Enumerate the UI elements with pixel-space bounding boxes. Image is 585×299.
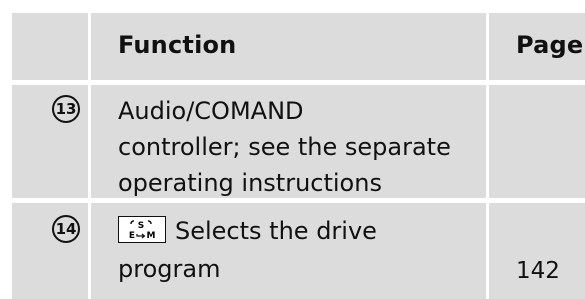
item-number-14: 14 xyxy=(52,215,80,243)
item-number-13: 13 xyxy=(52,95,80,123)
icon-label-e: E xyxy=(129,231,135,241)
page-number: 142 xyxy=(516,258,560,284)
icon-label-s: S xyxy=(138,221,144,231)
function-description: Audio/COMAND controller; see the separat… xyxy=(118,93,488,201)
function-line: program xyxy=(118,255,221,283)
function-line: Audio/COMAND xyxy=(118,97,304,125)
table-row: 13 Audio/COMAND controller; see the sepa… xyxy=(12,85,585,198)
table-header-row: Function Page xyxy=(12,13,585,80)
function-line: operating instructions xyxy=(118,169,382,197)
drive-program-switch-icon: S E M xyxy=(118,215,166,243)
table-row: 14 S E M Selects the drive program 142 xyxy=(12,203,585,299)
header-page: Page xyxy=(516,31,584,59)
function-line: Selects the drive xyxy=(175,217,377,245)
function-table: Function Page 13 Audio/COMAND controller… xyxy=(12,13,585,299)
header-function: Function xyxy=(118,31,237,59)
function-line: controller; see the separate xyxy=(118,133,451,161)
icon-label-m: M xyxy=(147,231,156,241)
function-description: S E M Selects the drive program xyxy=(118,213,488,287)
